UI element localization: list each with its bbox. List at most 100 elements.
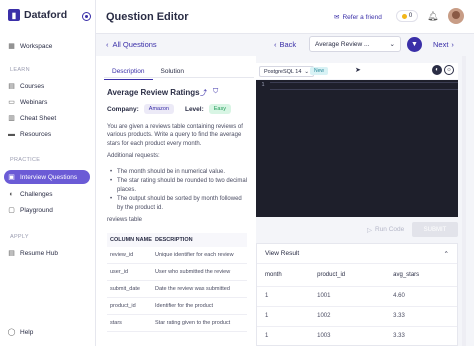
- grid-icon: ▦: [8, 43, 15, 50]
- book-icon: ▤: [8, 83, 15, 90]
- table-row: review_id Unique identifier for each rev…: [107, 247, 247, 264]
- code-editor[interactable]: 1: [256, 80, 458, 217]
- coins-badge[interactable]: 0: [396, 10, 418, 22]
- sidebar-item-label: Help: [20, 328, 34, 336]
- level-label: Level:: [184, 105, 204, 113]
- sidebar-item-resume-hub[interactable]: ▤ Resume Hub: [4, 246, 90, 260]
- sidebar-item-label: Challenges: [20, 190, 53, 198]
- question-description: You are given a reviews table containing…: [107, 124, 243, 147]
- share-icon[interactable]: ⤴: [200, 88, 207, 98]
- next-button[interactable]: Next ›: [433, 40, 454, 49]
- sidebar-item-label: Interview Questions: [20, 173, 78, 181]
- help-icon: ◯: [7, 329, 16, 336]
- table-cell: 1001: [309, 285, 386, 306]
- refer-friend-label: Refer a friend: [342, 13, 382, 21]
- column-header: COLUMN NAME: [110, 237, 152, 243]
- all-questions-label: All Questions: [112, 40, 157, 49]
- refer-friend-link[interactable]: ✉ Refer a friend: [334, 13, 382, 22]
- sheet-icon: ▥: [8, 115, 15, 122]
- filter-icon: ▼: [411, 41, 418, 48]
- play-icon: ▢: [8, 207, 15, 214]
- sidebar-item-label: Workspace: [20, 42, 53, 50]
- run-code-button[interactable]: ▷ Run Code: [367, 226, 404, 234]
- sidebar-item-courses[interactable]: ▤ Courses: [4, 79, 90, 93]
- avatar[interactable]: [448, 8, 464, 24]
- sidebar-item-help[interactable]: ◯ Help: [4, 325, 90, 339]
- list-item: The output should be sorted by month fol…: [109, 195, 249, 212]
- sidebar-item-webinars[interactable]: ▭ Webinars: [4, 95, 90, 109]
- sidebar-collapse-button[interactable]: [82, 12, 91, 21]
- sidebar-item-label: Webinars: [20, 98, 48, 106]
- question-select-value: Average Review ...: [315, 40, 370, 48]
- table-name: reviews table: [107, 217, 143, 223]
- chevron-right-icon: ›: [451, 40, 454, 49]
- brand-name: Dataford: [24, 9, 68, 21]
- editor-toolbar: PostgreSQL 14 ⌄ New ➤ ◐ ☼: [256, 63, 458, 79]
- theme-toggle[interactable]: ◐ ☼: [432, 65, 454, 75]
- active-line[interactable]: [270, 82, 458, 90]
- result-panel: View Result ⌃ month product_id avg_stars…: [256, 243, 458, 346]
- table-cell: 1: [257, 325, 310, 346]
- sidebar-section-practice: PRACTICE: [10, 157, 41, 163]
- submit-button[interactable]: SUBMIT: [412, 222, 458, 237]
- run-controls: ▷ Run Code SUBMIT: [256, 222, 458, 238]
- table-cell: 3.33: [385, 325, 457, 346]
- megaphone-icon: ✉: [334, 14, 340, 21]
- sidebar-item-challenges[interactable]: ◐ Challenges: [4, 187, 90, 201]
- sidebar-item-cheat-sheet[interactable]: ▥ Cheat Sheet: [4, 111, 90, 125]
- next-label: Next: [433, 40, 449, 49]
- column-description: Star rating given to the product: [155, 320, 231, 326]
- column-header: avg_stars: [393, 271, 420, 278]
- column-description: Date the review was submitted: [155, 286, 230, 292]
- sidebar-section-apply: APPLY: [10, 234, 29, 240]
- sidebar: ▮ Dataford ▦ Workspace LEARN ▤ Courses ▭…: [0, 0, 96, 346]
- all-questions-link[interactable]: ‹ All Questions: [106, 40, 157, 49]
- table-cell: 1002: [309, 305, 386, 326]
- question-select[interactable]: Average Review ... ⌄: [309, 36, 401, 52]
- table-header: month product_id avg_stars: [257, 264, 457, 286]
- sidebar-item-workspace[interactable]: ▦ Workspace: [4, 39, 90, 53]
- folder-icon: ▬: [8, 130, 15, 138]
- coin-icon: [401, 13, 407, 19]
- brand[interactable]: ▮ Dataford: [8, 9, 67, 21]
- language-select[interactable]: PostgreSQL 14 ⌄: [259, 66, 315, 77]
- chevron-left-icon: ‹: [274, 40, 277, 49]
- sidebar-item-label: Resume Hub: [20, 249, 58, 257]
- sidebar-item-label: Cheat Sheet: [20, 114, 57, 122]
- sidebar-item-resources[interactable]: ▬ Resources: [4, 127, 90, 141]
- table-header: COLUMN NAME DESCRIPTION: [107, 233, 247, 247]
- schema-table: COLUMN NAME DESCRIPTION review_id Unique…: [107, 233, 247, 332]
- result-table: month product_id avg_stars 1 1001 4.60 1…: [257, 264, 457, 346]
- result-header[interactable]: View Result ⌃: [257, 244, 457, 264]
- coins-count: 0: [408, 13, 413, 19]
- bell-icon[interactable]: 🔔︎: [427, 11, 438, 22]
- question-meta: Company: Amazon Level: Easy: [107, 104, 231, 114]
- column-description: Identifier for the product: [155, 303, 214, 309]
- play-icon: ▷: [367, 227, 372, 234]
- requests-title: Additional requests:: [107, 153, 160, 159]
- dataford-logo-icon: ▮: [8, 9, 20, 21]
- table-cell: 1: [257, 305, 310, 326]
- table-row: 1 1001 4.60: [257, 285, 457, 306]
- top-bar: Question Editor ✉ Refer a friend 0 🔔︎: [96, 0, 474, 34]
- sidebar-item-label: Resources: [20, 130, 52, 138]
- filter-button[interactable]: ▼: [407, 37, 422, 52]
- table-row: 1 1002 3.33: [257, 305, 457, 326]
- table-row: submit_date Date the review was submitte…: [107, 281, 247, 298]
- question-panel: Description Solution Average Review Rati…: [96, 56, 256, 346]
- bookmark-icon[interactable]: ⛉: [213, 88, 218, 98]
- dark-mode-icon[interactable]: ◐: [432, 65, 442, 75]
- column-description: Unique identifier for each review: [155, 252, 234, 258]
- company-label: Company:: [107, 105, 139, 113]
- table-cell: 1: [257, 285, 310, 306]
- result-title: View Result: [265, 250, 300, 257]
- sidebar-item-playground[interactable]: ▢ Playground: [4, 203, 90, 217]
- back-button[interactable]: ‹ Back: [274, 40, 296, 49]
- language-label: PostgreSQL 14: [264, 68, 302, 75]
- light-mode-icon[interactable]: ☼: [444, 65, 454, 75]
- sidebar-item-label: Courses: [20, 82, 45, 90]
- column-name: user_id: [110, 269, 129, 275]
- level-tag: Easy: [208, 104, 231, 114]
- sidebar-item-interview-questions[interactable]: ▣ Interview Questions: [4, 170, 90, 184]
- scrollbar[interactable]: [462, 56, 466, 346]
